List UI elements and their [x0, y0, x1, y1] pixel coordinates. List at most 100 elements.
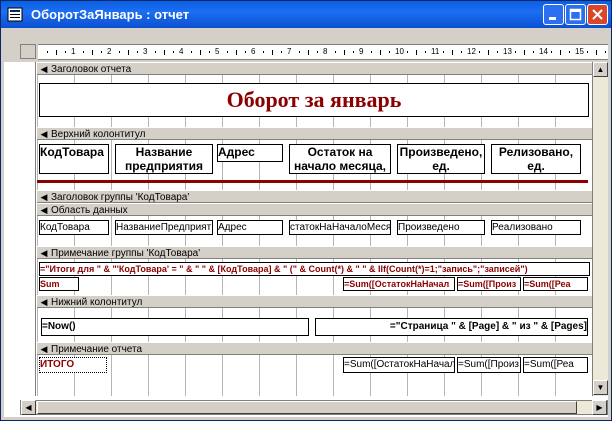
- ruler-tick: [137, 51, 138, 53]
- report-title-label[interactable]: Оборот за январь: [39, 83, 589, 117]
- vertical-ruler[interactable]: [20, 62, 36, 396]
- ruler-number: 3: [143, 47, 148, 56]
- label-ostatok[interactable]: Остаток на начало месяца,: [289, 144, 391, 174]
- ruler-number: 2: [107, 47, 112, 56]
- ruler-tick: [47, 51, 48, 53]
- label-nazvanie[interactable]: Название предприятия: [115, 144, 213, 174]
- page-number-expression[interactable]: ="Страница " & [Page] & " из " & [Pages]: [315, 318, 588, 336]
- report-footer-area: ИТОГО =Sum([ОстатокНаНачал =Sum([Произ =…: [37, 355, 608, 396]
- group-summary-expression[interactable]: ="Итоги для " & "'КодТовара' = " & " " &…: [39, 262, 590, 276]
- report-designer: 12345678910111213141516 ◀Заголовок отчет…: [4, 28, 608, 417]
- ruler-tick: [272, 50, 273, 55]
- ruler-tick: [443, 51, 444, 53]
- label-adres[interactable]: Адрес: [217, 144, 283, 162]
- ruler-number: 4: [179, 47, 184, 56]
- ruler-tick: [101, 51, 102, 53]
- section-arrow-icon: ◀: [40, 248, 48, 258]
- ruler-tick: [389, 51, 390, 53]
- minimize-button[interactable]: [543, 4, 564, 25]
- ruler-tick: [281, 51, 282, 53]
- horizontal-ruler[interactable]: 12345678910111213141516: [38, 44, 608, 60]
- field-nazvanie[interactable]: НазваниеПредприят: [115, 220, 213, 235]
- scroll-right-icon[interactable]: ▶: [592, 400, 607, 415]
- ruler-tick: [227, 51, 228, 53]
- section-page-header[interactable]: ◀ Верхний колонтитул: [37, 127, 608, 140]
- section-group-header[interactable]: ◀ Заголовок группы 'КодТовара': [37, 190, 608, 203]
- scroll-thumb[interactable]: [37, 401, 577, 414]
- field-adres[interactable]: Адрес: [217, 220, 283, 235]
- ruler-number: 15: [575, 47, 584, 56]
- total-sum-realizovano[interactable]: =Sum([Реа: [523, 357, 588, 373]
- close-button[interactable]: [587, 4, 608, 25]
- section-report-footer[interactable]: ◀ Примечание отчета: [37, 342, 608, 355]
- field-ostatok[interactable]: статокНаНачалоМеся: [289, 220, 391, 235]
- ruler-number: 11: [431, 47, 440, 56]
- header-separator-line[interactable]: [37, 180, 588, 183]
- ruler-tick: [515, 51, 516, 53]
- ruler-tick: [461, 51, 462, 53]
- total-sum-ostatok[interactable]: =Sum([ОстатокНаНачал: [343, 357, 455, 373]
- ruler-tick: [344, 50, 345, 55]
- scroll-left-icon[interactable]: ◀: [21, 400, 36, 415]
- scroll-down-icon[interactable]: ▼: [593, 380, 608, 395]
- ruler-tick: [560, 50, 561, 55]
- scroll-up-icon[interactable]: ▲: [593, 62, 608, 77]
- ruler-number: 8: [323, 47, 328, 56]
- sum-label[interactable]: Sum: [39, 277, 79, 291]
- field-kodtovara[interactable]: КодТовара: [39, 220, 109, 235]
- section-arrow-icon: ◀: [40, 205, 48, 215]
- ruler-tick: [164, 50, 165, 55]
- report-window: ОборотЗаЯнварь : отчет 1 2 3 4 5 6 7 8 9 10 11 12 13…: [0, 0, 612, 421]
- title-bar[interactable]: ОборотЗаЯнварь : отчет: [1, 1, 611, 28]
- label-proizvedeno[interactable]: Произведено, ед.: [397, 144, 485, 174]
- section-group-footer[interactable]: ◀ Примечание группы 'КодТовара': [37, 246, 608, 259]
- ruler-tick: [65, 51, 66, 53]
- ruler-tick: [200, 50, 201, 55]
- ruler-number: 7: [287, 47, 292, 56]
- vertical-scrollbar[interactable]: ▲ ▼: [592, 62, 608, 396]
- ruler-tick: [92, 50, 93, 55]
- minimize-icon: [549, 17, 556, 20]
- section-report-header[interactable]: ◀ Заголовок отчета: [37, 62, 608, 75]
- ruler-number: 1: [71, 47, 76, 56]
- horizontal-scrollbar[interactable]: ◀ ▶: [20, 400, 608, 415]
- ruler-tick: [353, 51, 354, 53]
- label-kodtovara[interactable]: КодТовара: [39, 144, 109, 174]
- section-arrow-icon: ◀: [40, 129, 48, 139]
- maximize-icon: [569, 8, 582, 21]
- ruler-tick: [425, 51, 426, 53]
- section-detail[interactable]: ◀ Область данных: [37, 203, 608, 216]
- ruler-bar: 12345678910111213141516: [4, 28, 608, 62]
- ruler-tick: [533, 51, 534, 53]
- design-surface: ◀ Заголовок отчета Оборот за январь ◀ Верх…: [37, 62, 608, 396]
- total-label[interactable]: ИТОГО: [39, 357, 107, 373]
- select-report-box[interactable]: [20, 44, 36, 59]
- ruler-tick: [587, 51, 588, 53]
- ruler-tick: [452, 50, 453, 55]
- ruler-tick: [524, 50, 525, 55]
- field-proizvedeno[interactable]: Произведено: [397, 220, 485, 235]
- ruler-tick: [236, 50, 237, 55]
- ruler-tick: [263, 51, 264, 53]
- ruler-tick: [173, 51, 174, 53]
- section-arrow-icon: ◀: [40, 344, 48, 354]
- ruler-tick: [56, 50, 57, 55]
- label-realizovano[interactable]: Релизовано, ед.: [491, 144, 581, 174]
- ruler-number: 6: [251, 47, 256, 56]
- ruler-tick: [380, 50, 381, 55]
- ruler-tick: [191, 51, 192, 53]
- group-sum-proizvedeno[interactable]: =Sum([Произ: [457, 277, 521, 291]
- ruler-tick: [335, 51, 336, 53]
- field-realizovano[interactable]: Реализовано: [491, 220, 581, 235]
- group-sum-realizovano[interactable]: =Sum([Реа: [523, 277, 588, 291]
- section-page-footer[interactable]: ◀ Нижний колонтитул: [37, 295, 608, 308]
- group-sum-ostatok[interactable]: =Sum([ОстатокНаНачал: [343, 277, 455, 291]
- now-expression[interactable]: =Now(): [41, 318, 309, 336]
- total-sum-proizvedeno[interactable]: =Sum([Произ: [457, 357, 521, 373]
- section-arrow-icon: ◀: [40, 64, 48, 74]
- maximize-button[interactable]: [565, 4, 586, 25]
- ruler-tick: [596, 50, 597, 55]
- ruler-tick: [209, 51, 210, 53]
- section-arrow-icon: ◀: [40, 297, 48, 307]
- ruler-number: 10: [395, 47, 404, 56]
